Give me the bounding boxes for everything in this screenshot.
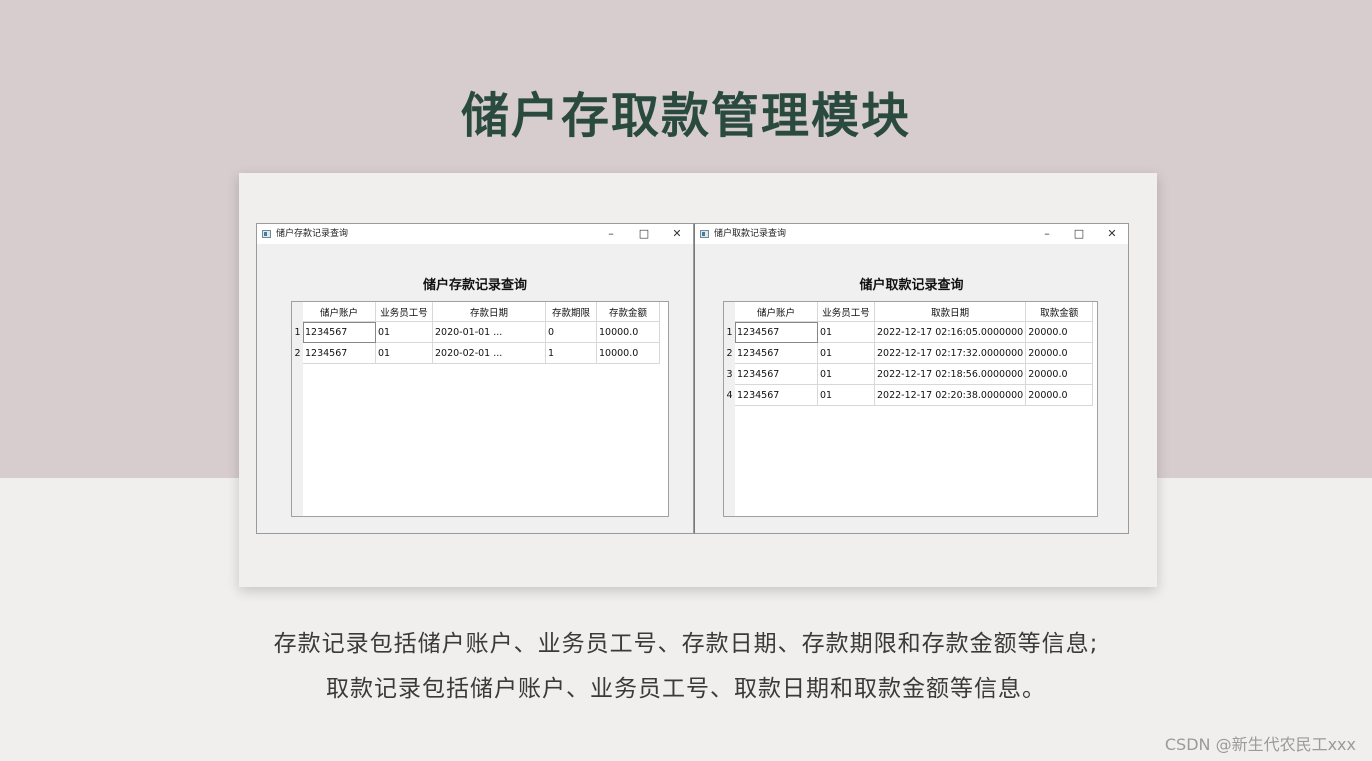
table-cell[interactable]: 10000.0: [596, 342, 660, 364]
withdraw-heading: 储户取款记录查询: [859, 278, 964, 293]
column-header[interactable]: 储户账户: [303, 302, 376, 322]
app-window-icon: [700, 230, 709, 238]
withdraw-window-titlebar[interactable]: 储户取款记录查询 – □ ✕: [695, 224, 1128, 244]
corner-cell: [292, 302, 303, 322]
withdraw-query-window: 储户取款记录查询 – □ ✕ 储户取款记录查询 储户账户 业务员工号 取款日期 …: [694, 223, 1129, 534]
maximize-button[interactable]: □: [634, 224, 654, 244]
table-cell[interactable]: 01: [817, 321, 875, 343]
table-cell[interactable]: 1234567: [303, 342, 376, 364]
table-cell[interactable]: 1234567: [303, 321, 376, 343]
table-cell[interactable]: 01: [817, 342, 875, 364]
header-row: 储户账户 业务员工号 存款日期 存款期限 存款金额: [292, 302, 660, 322]
table-cell[interactable]: 1: [545, 342, 597, 364]
row-number[interactable]: 1: [724, 321, 735, 343]
table-cell[interactable]: 2022-12-17 02:20:38.0000000: [874, 384, 1027, 406]
withdraw-window-title: 储户取款记录查询: [714, 229, 787, 239]
app-window-icon: [262, 230, 271, 238]
column-header[interactable]: 存款日期: [432, 302, 546, 322]
row-number[interactable]: 4: [724, 384, 735, 406]
deposit-query-window: 储户存款记录查询 – □ ✕ 储户存款记录查询 储户账户 业务员工号 存款日期 …: [256, 223, 694, 534]
minimize-button[interactable]: –: [601, 224, 621, 244]
table-cell[interactable]: 2020-02-01 ...: [432, 342, 546, 364]
caption-line-2: 取款记录包括储户账户、业务员工号、取款日期和取款金额等信息。: [326, 676, 1046, 702]
column-header[interactable]: 存款金额: [596, 302, 660, 322]
row-number[interactable]: 2: [292, 342, 303, 364]
slide-title: 储户存取款管理模块: [460, 88, 911, 144]
close-button[interactable]: ✕: [667, 224, 687, 244]
table-row[interactable]: 3 1234567 01 2022-12-17 02:18:56.0000000…: [724, 363, 1094, 385]
table-cell[interactable]: 2022-12-17 02:17:32.0000000: [874, 342, 1027, 364]
table-cell[interactable]: 01: [375, 321, 433, 343]
table-cell[interactable]: 20000.0: [1025, 321, 1094, 343]
table-row[interactable]: 1 1234567 01 2020-01-01 ... 0 10000.0: [292, 321, 660, 343]
table-cell[interactable]: 01: [375, 342, 433, 364]
deposit-window-titlebar[interactable]: 储户存款记录查询 – □ ✕: [257, 224, 693, 244]
column-header[interactable]: 存款期限: [545, 302, 597, 322]
column-header[interactable]: 业务员工号: [375, 302, 433, 322]
table-cell[interactable]: 2020-01-01 ...: [432, 321, 546, 343]
minimize-button[interactable]: –: [1037, 224, 1057, 244]
table-row[interactable]: 1 1234567 01 2022-12-17 02:16:05.0000000…: [724, 321, 1094, 343]
table-row[interactable]: 2 1234567 01 2022-12-17 02:17:32.0000000…: [724, 342, 1094, 364]
table-cell[interactable]: 1234567: [735, 363, 818, 385]
screenshot-card: 储户存款记录查询 – □ ✕ 储户存款记录查询 储户账户 业务员工号 存款日期 …: [239, 173, 1157, 587]
table-cell[interactable]: 0: [545, 321, 597, 343]
column-header[interactable]: 取款日期: [874, 302, 1027, 322]
table-cell[interactable]: 2022-12-17 02:18:56.0000000: [874, 363, 1027, 385]
close-button[interactable]: ✕: [1102, 224, 1122, 244]
column-header[interactable]: 取款金额: [1025, 302, 1094, 322]
table-cell[interactable]: 1234567: [735, 384, 818, 406]
withdraw-records-grid[interactable]: 储户账户 业务员工号 取款日期 取款金额 1 1234567 01 2022-1…: [723, 301, 1098, 517]
row-number[interactable]: 3: [724, 363, 735, 385]
table-cell[interactable]: 2022-12-17 02:16:05.0000000: [874, 321, 1027, 343]
withdraw-records-table: 储户账户 业务员工号 取款日期 取款金额 1 1234567 01 2022-1…: [724, 302, 1094, 406]
table-cell[interactable]: 1234567: [735, 342, 818, 364]
watermark: CSDN @新生代农民工xxx: [1164, 735, 1356, 754]
table-cell[interactable]: 20000.0: [1025, 342, 1094, 364]
row-number[interactable]: 2: [724, 342, 735, 364]
row-number[interactable]: 1: [292, 321, 303, 343]
deposit-heading: 储户存款记录查询: [422, 278, 527, 293]
table-row[interactable]: 4 1234567 01 2022-12-17 02:20:38.0000000…: [724, 384, 1094, 406]
table-row[interactable]: 2 1234567 01 2020-02-01 ... 1 10000.0: [292, 342, 660, 364]
header-row: 储户账户 业务员工号 取款日期 取款金额: [724, 302, 1094, 322]
table-cell[interactable]: 01: [817, 384, 875, 406]
deposit-window-title: 储户存款记录查询: [276, 229, 349, 239]
maximize-button[interactable]: □: [1069, 224, 1089, 244]
table-cell[interactable]: 10000.0: [596, 321, 660, 343]
table-cell[interactable]: 20000.0: [1025, 363, 1094, 385]
table-cell[interactable]: 1234567: [735, 321, 818, 343]
table-cell[interactable]: 20000.0: [1025, 384, 1094, 406]
column-header[interactable]: 业务员工号: [817, 302, 875, 322]
deposit-records-table: 储户账户 业务员工号 存款日期 存款期限 存款金额 1 1234567 01 2…: [292, 302, 660, 364]
deposit-records-grid[interactable]: 储户账户 业务员工号 存款日期 存款期限 存款金额 1 1234567 01 2…: [291, 301, 669, 517]
table-cell[interactable]: 01: [817, 363, 875, 385]
column-header[interactable]: 储户账户: [735, 302, 818, 322]
corner-cell: [724, 302, 735, 322]
caption-line-1: 存款记录包括储户账户、业务员工号、存款日期、存款期限和存款金额等信息;: [273, 631, 1099, 657]
